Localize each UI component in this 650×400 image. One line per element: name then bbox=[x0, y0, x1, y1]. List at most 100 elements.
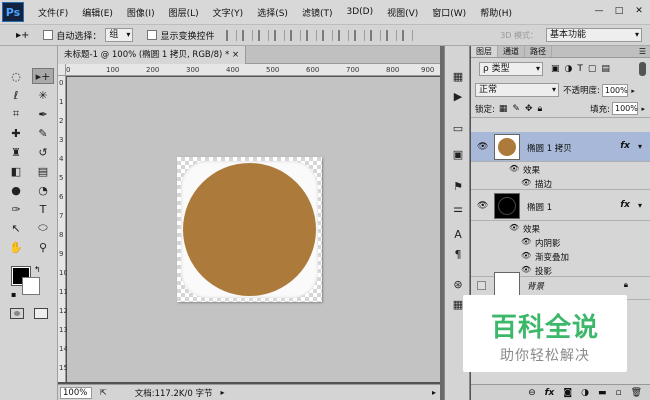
vertical-ruler[interactable]: 0 1 2 3 4 5 6 7 8 9 10 11 12 13 14 15 bbox=[58, 76, 68, 382]
minimize-icon[interactable]: — bbox=[592, 4, 606, 18]
menu-view[interactable]: 视图(V) bbox=[387, 6, 418, 19]
visibility-eye-icon[interactable]: 👁︎ bbox=[477, 142, 488, 152]
export-icon[interactable]: ⇱ bbox=[100, 388, 107, 397]
document-tab[interactable]: 未标题-1 @ 100% (椭圆 1 拷贝, RGB/8) * × bbox=[58, 46, 247, 64]
distribute-vcenter-icon[interactable] bbox=[338, 29, 350, 41]
actions-panel-icon[interactable]: ▶ bbox=[449, 88, 467, 104]
layer-comps-icon[interactable]: ▣ bbox=[449, 146, 467, 162]
align-vcenter-icon[interactable] bbox=[242, 29, 254, 41]
layer-name[interactable]: 椭圆 1 bbox=[527, 201, 552, 213]
quick-mask-icon[interactable] bbox=[10, 308, 24, 319]
layer-name[interactable]: 椭圆 1 拷贝 bbox=[527, 142, 572, 154]
effect-row-inner-shadow[interactable]: 👁︎ 内阴影 bbox=[471, 235, 650, 249]
background-color-swatch[interactable] bbox=[22, 277, 40, 295]
tab-channels[interactable]: 通道 bbox=[498, 46, 525, 57]
folder-icon[interactable]: ▬ bbox=[598, 388, 607, 398]
filter-smart-object-icon[interactable]: ▤ bbox=[601, 64, 610, 74]
fill-field[interactable]: 100% bbox=[612, 102, 645, 115]
tab-paths[interactable]: 路径 bbox=[525, 46, 552, 57]
menu-type[interactable]: 文字(Y) bbox=[213, 6, 244, 19]
filter-type-icon[interactable]: T bbox=[577, 64, 583, 74]
ruler-origin[interactable] bbox=[58, 64, 66, 76]
lock-image-icon[interactable]: ✎ bbox=[512, 104, 520, 114]
distribute-top-icon[interactable] bbox=[322, 29, 334, 41]
paragraph-panel-icon[interactable]: ¶ bbox=[449, 246, 467, 262]
filter-pixel-icon[interactable]: ▣ bbox=[551, 64, 560, 74]
align-hcenter-icon[interactable] bbox=[290, 29, 302, 41]
align-bottom-icon[interactable] bbox=[258, 29, 270, 41]
fx-icon[interactable]: fx bbox=[545, 388, 555, 398]
menu-filter[interactable]: 滤镜(T) bbox=[302, 6, 333, 19]
blur-tool-icon[interactable]: ● bbox=[5, 182, 27, 198]
show-transform-option[interactable]: 显示变换控件 bbox=[147, 29, 214, 42]
gradient-tool-icon[interactable]: ▤ bbox=[32, 163, 54, 179]
zoom-tool-icon[interactable]: ⚲ bbox=[32, 239, 54, 255]
lock-transparent-icon[interactable]: ▦ bbox=[499, 104, 508, 114]
menu-layer[interactable]: 图层(L) bbox=[169, 6, 199, 19]
distribute-bottom-icon[interactable] bbox=[354, 29, 366, 41]
visibility-toggle[interactable] bbox=[477, 281, 486, 290]
document-canvas[interactable] bbox=[177, 157, 322, 302]
3d-panel-icon[interactable]: ⊛ bbox=[449, 276, 467, 292]
dodge-tool-icon[interactable]: ◔ bbox=[32, 182, 54, 198]
fx-icon[interactable]: fx bbox=[620, 141, 630, 151]
distribute-left-icon[interactable] bbox=[370, 29, 382, 41]
auto-select-dropdown[interactable]: 组 bbox=[105, 28, 134, 42]
layer-row-ellipse[interactable]: 👁︎ 椭圆 1 fx ▾ bbox=[471, 191, 650, 221]
show-transform-checkbox[interactable] bbox=[147, 30, 158, 40]
mask-icon[interactable]: ◙ bbox=[563, 388, 572, 398]
move-tool-icon[interactable]: ▸+ bbox=[32, 68, 54, 84]
link-icon[interactable]: ⊖ bbox=[528, 388, 536, 398]
horizontal-ruler[interactable]: 0 100 200 300 400 500 600 700 800 900 bbox=[66, 64, 440, 76]
menu-window[interactable]: 窗口(W) bbox=[432, 6, 466, 19]
effect-row-stroke[interactable]: 👁︎ 描边 bbox=[471, 176, 650, 190]
distribute-right-icon[interactable] bbox=[402, 29, 414, 41]
clone-stamp-tool-icon[interactable]: ♜ bbox=[5, 144, 27, 160]
blend-mode-dropdown[interactable]: 正常 bbox=[475, 83, 559, 97]
effects-group[interactable]: 👁︎ 效果 bbox=[471, 162, 650, 176]
lasso-tool-icon[interactable]: ℓ bbox=[5, 87, 27, 103]
visibility-eye-icon[interactable]: 👁︎ bbox=[509, 223, 519, 232]
layer-filter-dropdown[interactable]: ρ 类型 bbox=[479, 62, 543, 76]
layer-name[interactable]: 背景 bbox=[527, 280, 544, 292]
character-panel-icon[interactable]: A bbox=[449, 226, 467, 242]
default-colors-icon[interactable]: ▪ bbox=[11, 290, 16, 299]
close-icon[interactable]: ✕ bbox=[632, 4, 646, 18]
ellipse-tool-icon[interactable]: ⬭ bbox=[32, 220, 54, 236]
menu-image[interactable]: 图像(I) bbox=[127, 6, 155, 19]
pen-tool-icon[interactable]: ✑ bbox=[5, 201, 27, 217]
menu-file[interactable]: 文件(F) bbox=[38, 6, 68, 19]
align-right-icon[interactable] bbox=[306, 29, 318, 41]
adjustments-panel-icon[interactable]: ⚑ bbox=[449, 178, 467, 194]
expand-effects-icon[interactable]: ▾ bbox=[638, 142, 642, 151]
panel-menu-icon[interactable]: ☰ bbox=[639, 46, 646, 57]
workspace-dropdown[interactable]: 基本功能 bbox=[546, 28, 642, 42]
move-tool-preset-icon[interactable]: ▸+ bbox=[16, 30, 29, 41]
layer-row-ellipse-copy[interactable]: 👁︎ 椭圆 1 拷贝 fx ▾ bbox=[471, 132, 650, 162]
effects-group[interactable]: 👁︎ 效果 bbox=[471, 221, 650, 235]
fx-icon[interactable]: fx bbox=[620, 200, 630, 210]
align-top-icon[interactable] bbox=[226, 29, 238, 41]
new-layer-icon[interactable]: ▫ bbox=[615, 388, 621, 398]
align-left-icon[interactable] bbox=[274, 29, 286, 41]
visibility-eye-icon[interactable]: 👁︎ bbox=[521, 237, 531, 246]
magic-wand-tool-icon[interactable]: ✳ bbox=[32, 87, 54, 103]
path-selection-tool-icon[interactable]: ↖ bbox=[5, 220, 27, 236]
expand-effects-icon[interactable]: ▾ bbox=[638, 201, 642, 210]
distribute-hcenter-icon[interactable] bbox=[386, 29, 398, 41]
lock-all-icon[interactable]: 🔒︎ bbox=[537, 104, 542, 114]
menu-3d[interactable]: 3D(D) bbox=[346, 7, 373, 17]
eyedropper-tool-icon[interactable]: ✒ bbox=[32, 106, 54, 122]
visibility-eye-icon[interactable]: 👁︎ bbox=[521, 178, 531, 187]
scroll-right-icon[interactable]: ▸ bbox=[432, 388, 436, 397]
canvas-workspace[interactable] bbox=[67, 77, 440, 382]
history-panel-icon[interactable]: ▦ bbox=[449, 68, 467, 84]
visibility-eye-icon[interactable]: 👁︎ bbox=[477, 201, 488, 211]
opacity-field[interactable]: 100% bbox=[601, 83, 635, 97]
auto-select-option[interactable]: 自动选择： 组 bbox=[43, 28, 134, 42]
auto-select-checkbox[interactable] bbox=[43, 30, 54, 40]
healing-brush-tool-icon[interactable]: ✚ bbox=[5, 125, 27, 141]
marquee-tool-icon[interactable]: ◌ bbox=[5, 68, 27, 84]
filter-shape-icon[interactable]: ▢ bbox=[588, 64, 597, 74]
trash-icon[interactable]: 🗑︎ bbox=[631, 388, 642, 398]
